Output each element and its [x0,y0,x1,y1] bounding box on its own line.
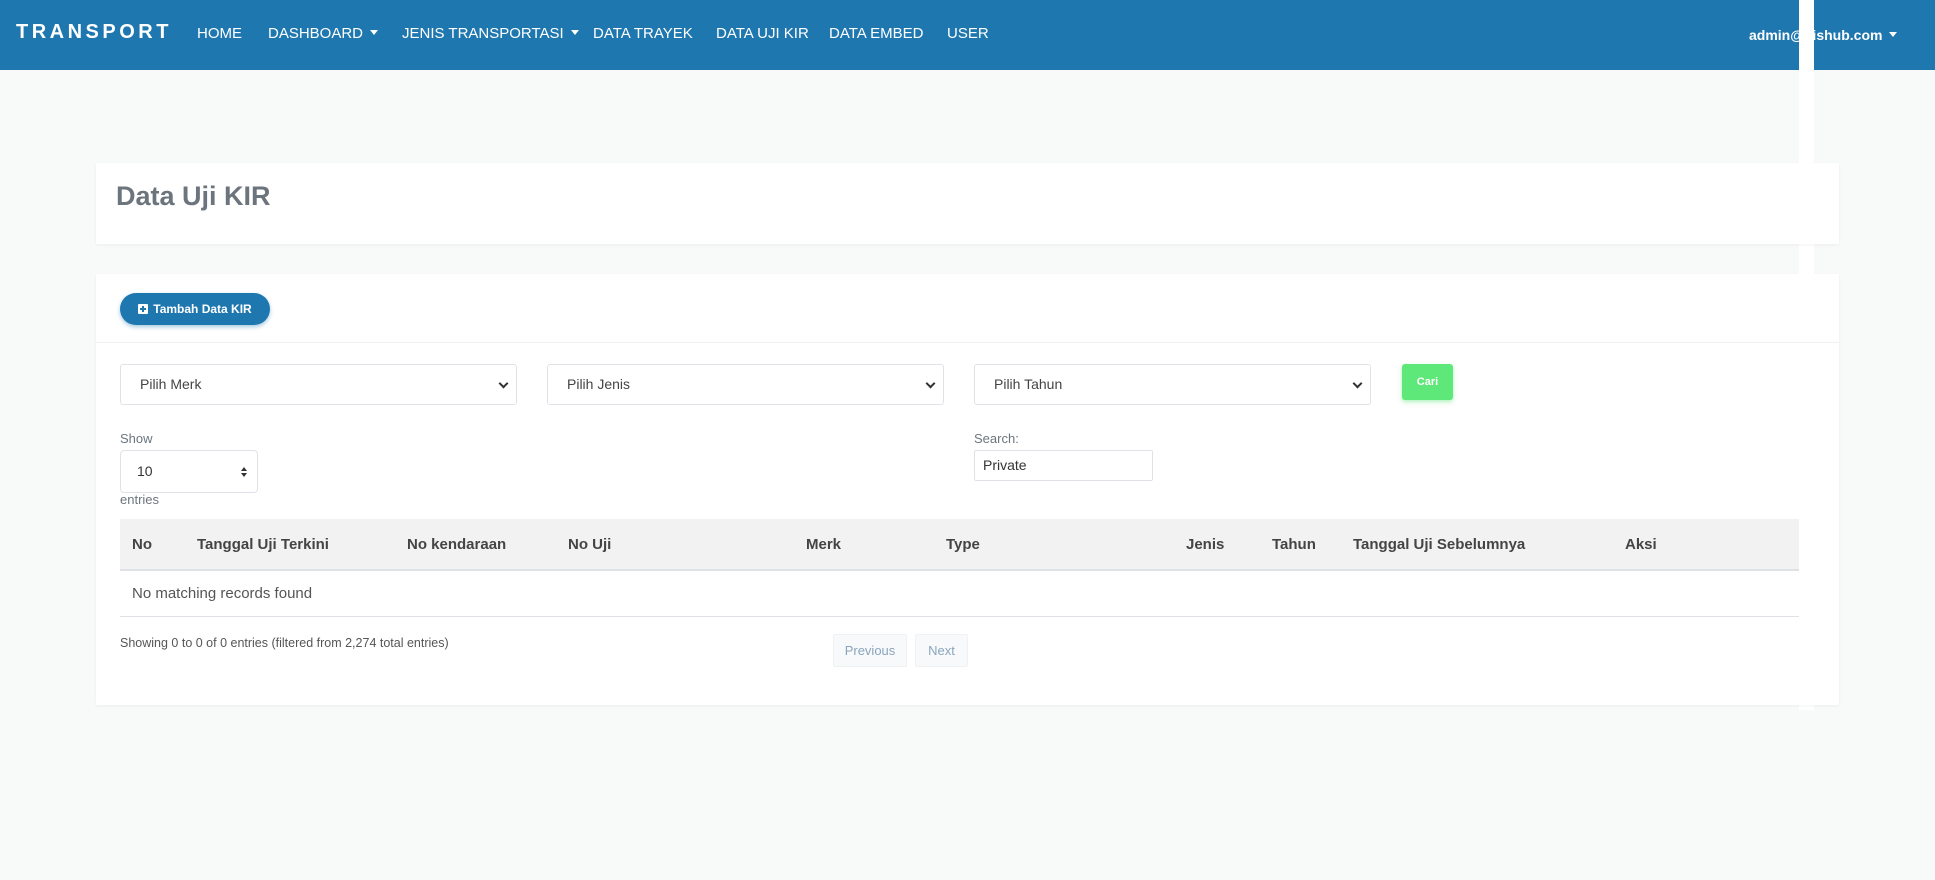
column-header-aksi[interactable]: Aksi [1625,536,1657,553]
caret-down-icon [370,30,379,35]
user-menu[interactable]: admin@dishub.com [1749,27,1898,43]
search-label: Search: [974,431,1019,446]
next-page-button[interactable]: Next [915,634,968,667]
add-data-kir-button[interactable]: Tambah Data KIR [120,293,270,325]
top-navbar: TRANSPORT HOME DASHBOARD JENIS TRANSPORT… [0,0,1935,70]
column-header-type[interactable]: Type [946,536,980,553]
page-title: Data Uji KIR [116,181,271,211]
nav-jenis-transportasi[interactable]: JENIS TRANSPORTASI [402,25,579,42]
entries-length-select[interactable]: 10 [120,450,258,493]
chevron-down-icon [925,378,936,389]
data-card: Tambah Data KIR Pilih Merk Pilih Jenis P… [96,274,1839,705]
nav-data-uji-kir[interactable]: DATA UJI KIR [716,25,809,42]
nav-data-embed[interactable]: DATA EMBED [829,25,923,42]
column-header-tahun[interactable]: Tahun [1272,536,1316,553]
tahun-select[interactable]: Pilih Tahun [974,364,1371,405]
chevron-down-icon [1352,378,1363,389]
column-header-no-uji[interactable]: No Uji [568,536,611,553]
chevron-down-icon [498,378,509,389]
caret-down-icon [570,30,579,35]
previous-page-button[interactable]: Previous [833,634,907,667]
nav-home[interactable]: HOME [197,25,242,42]
jenis-select[interactable]: Pilih Jenis [547,364,944,405]
nav-dashboard[interactable]: DASHBOARD [268,25,379,42]
column-header-no-kendaraan[interactable]: No kendaraan [407,536,506,553]
title-card: Data Uji KIR [96,163,1839,244]
column-header-tanggal-uji-sebelumnya[interactable]: Tanggal Uji Sebelumnya [1353,536,1525,553]
column-header-jenis[interactable]: Jenis [1186,536,1224,553]
empty-message: No matching records found [132,585,313,602]
search-button[interactable]: Cari [1402,364,1453,400]
search-input[interactable]: Private [974,450,1153,481]
divider [96,342,1839,343]
table-header: No Tanggal Uji Terkini No kendaraan No U… [120,519,1799,571]
brand-logo[interactable]: TRANSPORT [16,21,172,44]
show-label: Show [120,431,153,446]
column-header-merk[interactable]: Merk [806,536,841,553]
caret-down-icon [1889,32,1898,37]
plus-square-icon [138,304,149,314]
entries-label: entries [120,492,160,507]
column-header-no[interactable]: No [132,536,152,553]
table-info: Showing 0 to 0 of 0 entries (filtered fr… [120,636,449,650]
sort-arrows-icon [241,467,247,477]
merk-select[interactable]: Pilih Merk [120,364,517,405]
table-row: No matching records found [120,571,1799,617]
nav-data-trayek[interactable]: DATA TRAYEK [593,25,693,42]
nav-user[interactable]: USER [947,25,989,42]
column-header-tanggal-uji-terkini[interactable]: Tanggal Uji Terkini [197,536,329,553]
